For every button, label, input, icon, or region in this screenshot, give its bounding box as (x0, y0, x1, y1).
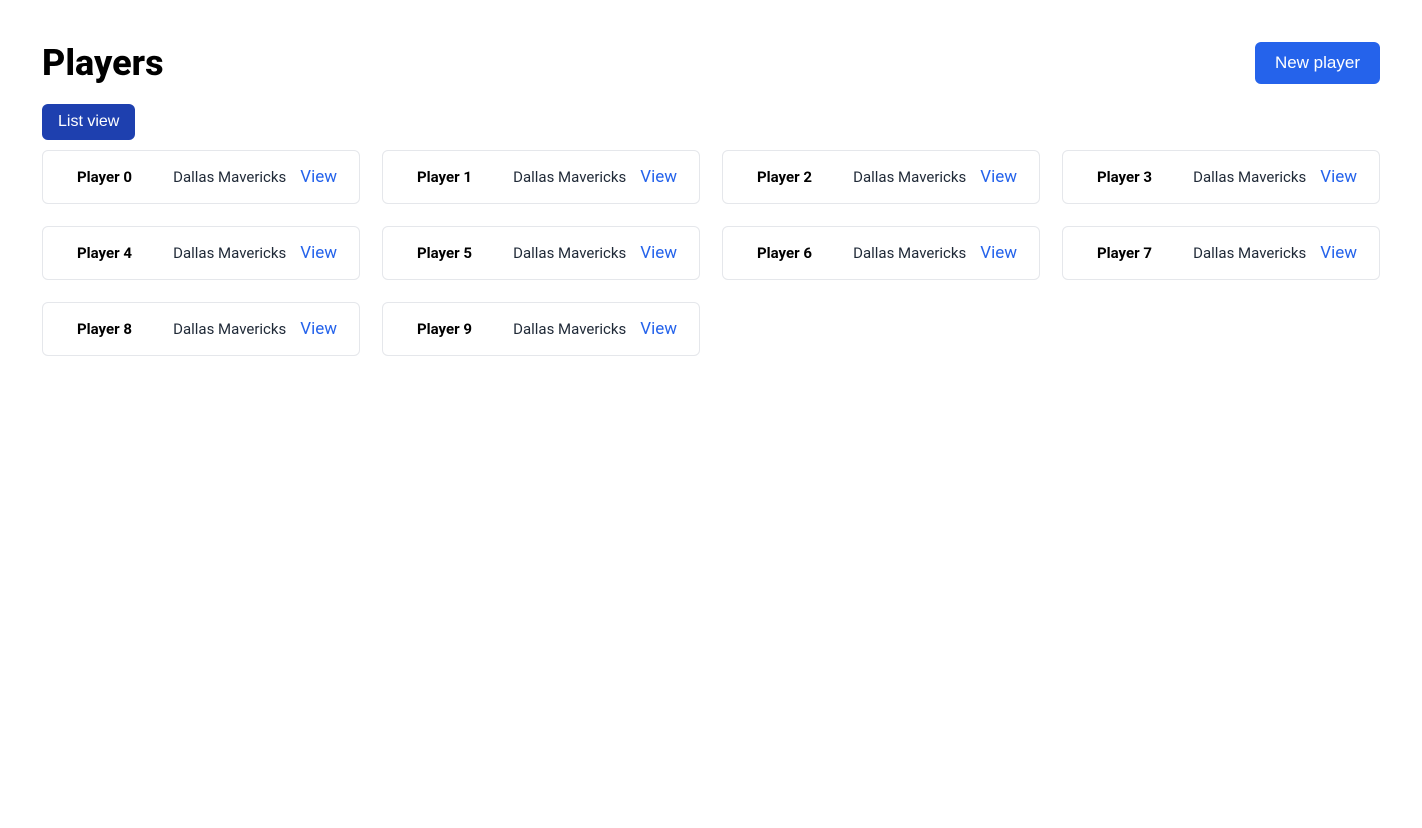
page-header: Players New player (42, 42, 1380, 84)
player-name: Player 5 (405, 244, 472, 262)
card-right: Dallas Mavericks View (173, 243, 337, 263)
team-name: Dallas Mavericks (513, 168, 626, 186)
player-name: Player 6 (745, 244, 812, 262)
view-link[interactable]: View (300, 243, 337, 263)
player-card: Player 5 Dallas Mavericks View (382, 226, 700, 280)
player-name: Player 4 (65, 244, 132, 262)
team-name: Dallas Mavericks (853, 244, 966, 262)
view-link[interactable]: View (640, 167, 677, 187)
view-link[interactable]: View (980, 243, 1017, 263)
player-card: Player 1 Dallas Mavericks View (382, 150, 700, 204)
card-right: Dallas Mavericks View (173, 167, 337, 187)
card-right: Dallas Mavericks View (853, 243, 1017, 263)
player-name: Player 7 (1085, 244, 1152, 262)
view-link[interactable]: View (1320, 243, 1357, 263)
player-card: Player 9 Dallas Mavericks View (382, 302, 700, 356)
card-right: Dallas Mavericks View (853, 167, 1017, 187)
card-right: Dallas Mavericks View (513, 167, 677, 187)
player-name: Player 0 (65, 168, 132, 186)
card-right: Dallas Mavericks View (1193, 167, 1357, 187)
card-right: Dallas Mavericks View (513, 243, 677, 263)
team-name: Dallas Mavericks (513, 244, 626, 262)
player-card: Player 3 Dallas Mavericks View (1062, 150, 1380, 204)
player-card: Player 7 Dallas Mavericks View (1062, 226, 1380, 280)
team-name: Dallas Mavericks (853, 168, 966, 186)
team-name: Dallas Mavericks (173, 320, 286, 338)
player-name: Player 2 (745, 168, 812, 186)
team-name: Dallas Mavericks (1193, 244, 1306, 262)
player-name: Player 8 (65, 320, 132, 338)
view-link[interactable]: View (980, 167, 1017, 187)
view-link[interactable]: View (1320, 167, 1357, 187)
list-view-button[interactable]: List view (42, 104, 135, 140)
player-name: Player 1 (405, 168, 472, 186)
players-grid: Player 0 Dallas Mavericks View Player 1 … (42, 150, 1380, 356)
card-right: Dallas Mavericks View (173, 319, 337, 339)
player-name: Player 3 (1085, 168, 1152, 186)
new-player-button[interactable]: New player (1255, 42, 1380, 84)
player-card: Player 0 Dallas Mavericks View (42, 150, 360, 204)
card-right: Dallas Mavericks View (513, 319, 677, 339)
view-link[interactable]: View (640, 243, 677, 263)
team-name: Dallas Mavericks (1193, 168, 1306, 186)
player-card: Player 8 Dallas Mavericks View (42, 302, 360, 356)
team-name: Dallas Mavericks (513, 320, 626, 338)
card-right: Dallas Mavericks View (1193, 243, 1357, 263)
team-name: Dallas Mavericks (173, 168, 286, 186)
player-card: Player 2 Dallas Mavericks View (722, 150, 1040, 204)
player-name: Player 9 (405, 320, 472, 338)
view-link[interactable]: View (300, 319, 337, 339)
player-card: Player 4 Dallas Mavericks View (42, 226, 360, 280)
page-title: Players (42, 42, 164, 84)
view-link[interactable]: View (640, 319, 677, 339)
view-link[interactable]: View (300, 167, 337, 187)
player-card: Player 6 Dallas Mavericks View (722, 226, 1040, 280)
team-name: Dallas Mavericks (173, 244, 286, 262)
